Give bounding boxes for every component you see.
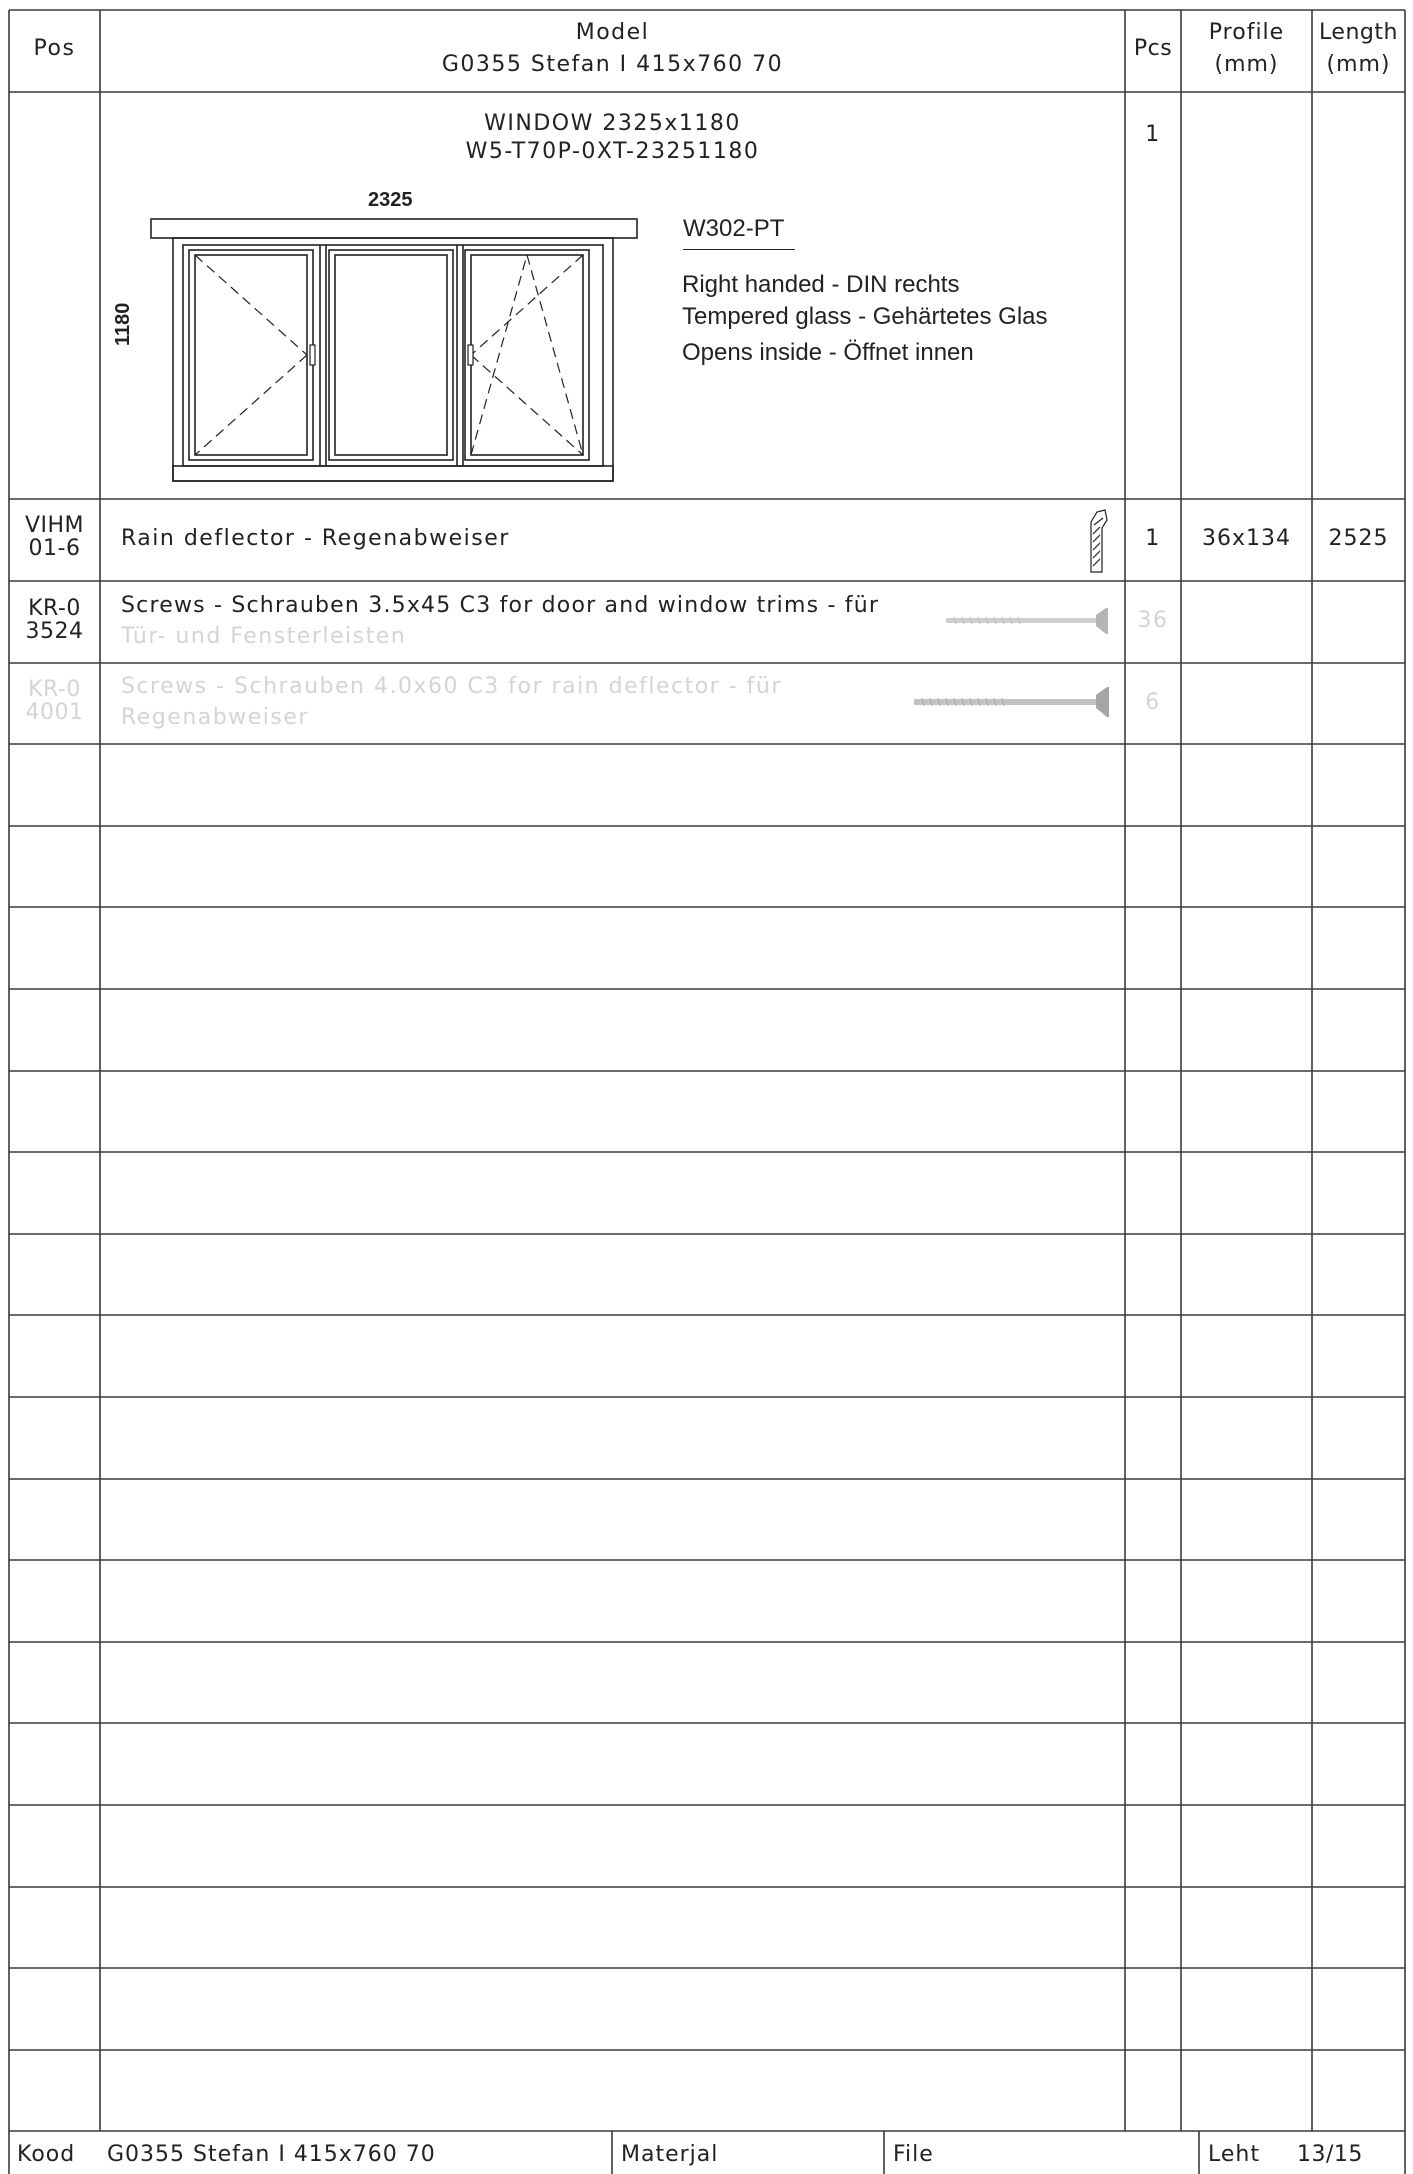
header-length: Length bbox=[1319, 20, 1398, 45]
row-pcs: 1 bbox=[1145, 526, 1161, 551]
window-title: WINDOW 2325x1180 bbox=[484, 111, 741, 136]
footer-file-label: File bbox=[893, 2142, 934, 2167]
window-note-handing: Right handed - DIN rechts bbox=[682, 271, 960, 298]
footer-leht-label: Leht bbox=[1208, 2142, 1260, 2167]
row-pcs: 36 bbox=[1137, 608, 1169, 633]
window-type-underline bbox=[683, 249, 795, 250]
row-description: Rain deflector - Regenabweiser bbox=[121, 526, 510, 551]
row-description: Regenabweiser bbox=[121, 705, 309, 730]
header-profile-unit: (mm) bbox=[1214, 52, 1279, 77]
row-pos: 3524 bbox=[25, 619, 84, 644]
screw-icon bbox=[914, 687, 1109, 717]
row-profile: 36x134 bbox=[1201, 526, 1291, 551]
row-pcs: 6 bbox=[1145, 690, 1161, 715]
header-model: Model bbox=[575, 20, 650, 45]
window-height-dimension: 1180 bbox=[112, 302, 134, 346]
window-note-glass: Tempered glass - Gehärtetes Glas bbox=[682, 303, 1048, 330]
window-width-dimension: 2325 bbox=[368, 189, 413, 211]
footer-materjal-label: Materjal bbox=[621, 2142, 719, 2167]
window-drawing bbox=[150, 218, 638, 482]
row-description: Tür- und Fensterleisten bbox=[121, 624, 407, 649]
row-description: Screws - Schrauben 3.5x45 C3 for door an… bbox=[121, 593, 880, 618]
window-pcs: 1 bbox=[1145, 122, 1161, 147]
row-pos: KR-0 bbox=[28, 677, 81, 702]
header-pos: Pos bbox=[33, 36, 76, 61]
header-pcs: Pcs bbox=[1133, 36, 1173, 61]
footer-page-number: 13/15 bbox=[1297, 2142, 1363, 2167]
screw-icon bbox=[946, 608, 1108, 634]
row-description: Screws - Schrauben 4.0x60 C3 for rain de… bbox=[121, 674, 782, 699]
window-type-label: W302-PT bbox=[683, 215, 785, 242]
row-length: 2525 bbox=[1328, 526, 1389, 551]
window-note-opening: Opens inside - Öffnet innen bbox=[682, 339, 974, 366]
row-pos: 01-6 bbox=[28, 536, 81, 561]
footer-kood-label: Kood bbox=[17, 2142, 76, 2167]
rain-deflector-profile-icon bbox=[1090, 509, 1108, 573]
header-profile: Profile bbox=[1208, 20, 1285, 45]
row-pos: VIHM bbox=[24, 513, 85, 538]
row-pos: KR-0 bbox=[28, 596, 81, 621]
header-model-code: G0355 Stefan I 415x760 70 bbox=[441, 52, 784, 77]
footer-kood-value: G0355 Stefan I 415x760 70 bbox=[107, 2142, 436, 2167]
row-pos: 4001 bbox=[25, 700, 84, 725]
window-code: W5-T70P-0XT-23251180 bbox=[465, 139, 760, 164]
header-length-unit: (mm) bbox=[1326, 52, 1391, 77]
